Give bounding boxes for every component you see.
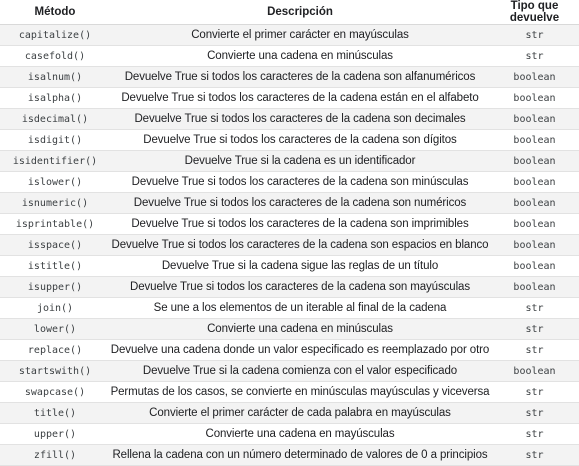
return-type-cell: boolean	[490, 129, 579, 151]
method-cell: replace()	[0, 339, 110, 361]
table-row: isdigit() Devuelve True si todos los cara…	[0, 129, 579, 151]
return-type-cell: boolean	[490, 276, 579, 298]
table-row: isidentifier() Devuelve True si la cadena…	[0, 150, 579, 172]
table-row: lower() Convierte una cadena en minúscula…	[0, 318, 579, 340]
return-type-cell: str	[490, 423, 579, 445]
method-cell: isspace()	[0, 234, 110, 256]
description-cell: Devuelve True si todos los caracteres de…	[110, 66, 490, 88]
table-row: isprintable() Devuelve True si todos los …	[0, 213, 579, 235]
table-row: casefold() Convierte una cadena en minúsc…	[0, 45, 579, 67]
return-type-cell: boolean	[490, 108, 579, 130]
return-type-cell: boolean	[490, 87, 579, 109]
method-cell: isdecimal()	[0, 108, 110, 130]
return-type-cell: boolean	[490, 171, 579, 193]
description-cell: Rellena la cadena con un número determin…	[110, 444, 490, 466]
description-cell: Devuelve una cadena donde un valor espec…	[110, 339, 490, 361]
method-cell: capitalize()	[0, 24, 110, 46]
method-cell: isidentifier()	[0, 150, 110, 172]
header-method: Método	[0, 0, 110, 25]
table-row: swapcase() Permutas de los casos, se conv…	[0, 381, 579, 403]
table-row: isupper() Devuelve True si todos los cara…	[0, 276, 579, 298]
return-type-cell: str	[490, 45, 579, 67]
method-cell: join()	[0, 297, 110, 319]
description-cell: Devuelve True si todos los caracteres de…	[110, 276, 490, 298]
description-cell: Devuelve True si todos los caracteres de…	[110, 192, 490, 214]
description-cell: Se une a los elementos de un iterable al…	[110, 297, 490, 319]
method-cell: lower()	[0, 318, 110, 340]
header-description: Descripción	[110, 0, 490, 25]
description-cell: Convierte una cadena en minúsculas	[110, 318, 490, 340]
description-cell: Convierte el primer carácter de cada pal…	[110, 402, 490, 424]
method-cell: isdigit()	[0, 129, 110, 151]
description-cell: Convierte una cadena en mayúsculas	[110, 423, 490, 445]
table-row: startswith() Devuelve True si la cadena c…	[0, 360, 579, 382]
header-return-type: Tipo que devuelve	[490, 0, 579, 25]
method-cell: istitle()	[0, 255, 110, 277]
table-row: isalnum() Devuelve True si todos los cara…	[0, 66, 579, 88]
method-cell: title()	[0, 402, 110, 424]
method-cell: islower()	[0, 171, 110, 193]
table-row: replace() Devuelve una cadena donde un va…	[0, 339, 579, 361]
table-row: isdecimal() Devuelve True si todos los ca…	[0, 108, 579, 130]
description-cell: Devuelve True si la cadena sigue las reg…	[110, 255, 490, 277]
return-type-cell: boolean	[490, 150, 579, 172]
return-type-cell: boolean	[490, 234, 579, 256]
return-type-cell: str	[490, 297, 579, 319]
method-cell: swapcase()	[0, 381, 110, 403]
table-row: upper() Convierte una cadena en mayúscula…	[0, 423, 579, 445]
return-type-cell: str	[490, 444, 579, 466]
return-type-cell: str	[490, 339, 579, 361]
description-cell: Devuelve True si todos los caracteres de…	[110, 108, 490, 130]
description-cell: Devuelve True si la cadena es un identif…	[110, 150, 490, 172]
method-cell: casefold()	[0, 45, 110, 67]
description-cell: Convierte una cadena en minúsculas	[110, 45, 490, 67]
table-row: isspace() Devuelve True si todos los cara…	[0, 234, 579, 256]
return-type-cell: boolean	[490, 192, 579, 214]
description-cell: Convierte el primer carácter en mayúscul…	[110, 24, 490, 46]
return-type-cell: boolean	[490, 255, 579, 277]
header-row: Método Descripción Tipo que devuelve	[0, 0, 579, 25]
method-cell: zfill()	[0, 444, 110, 466]
return-type-cell: boolean	[490, 360, 579, 382]
table-row: zfill() Rellena la cadena con un número d…	[0, 444, 579, 466]
method-cell: isalnum()	[0, 66, 110, 88]
description-cell: Devuelve True si todos los caracteres de…	[110, 87, 490, 109]
table-row: isnumeric() Devuelve True si todos los ca…	[0, 192, 579, 214]
return-type-cell: str	[490, 402, 579, 424]
description-cell: Devuelve True si todos los caracteres de…	[110, 234, 490, 256]
return-type-cell: boolean	[490, 66, 579, 88]
string-methods-table: Método Descripción Tipo que devuelve cap…	[0, 0, 579, 466]
return-type-cell: str	[490, 318, 579, 340]
method-cell: upper()	[0, 423, 110, 445]
table-row: isalpha() Devuelve True si todos los cara…	[0, 87, 579, 109]
method-cell: isnumeric()	[0, 192, 110, 214]
description-cell: Devuelve True si todos los caracteres de…	[110, 213, 490, 235]
return-type-cell: str	[490, 24, 579, 46]
method-cell: isprintable()	[0, 213, 110, 235]
table-row: join() Se une a los elementos de un itera…	[0, 297, 579, 319]
table-row: islower() Devuelve True si todos los cara…	[0, 171, 579, 193]
method-cell: startswith()	[0, 360, 110, 382]
method-cell: isalpha()	[0, 87, 110, 109]
method-cell: isupper()	[0, 276, 110, 298]
return-type-cell: str	[490, 381, 579, 403]
description-cell: Permutas de los casos, se convierte en m…	[110, 381, 490, 403]
description-cell: Devuelve True si la cadena comienza con …	[110, 360, 490, 382]
table-row: capitalize() Convierte el primer carácter…	[0, 24, 579, 46]
description-cell: Devuelve True si todos los caracteres de…	[110, 171, 490, 193]
return-type-cell: boolean	[490, 213, 579, 235]
table-row: istitle() Devuelve True si la cadena sigu…	[0, 255, 579, 277]
description-cell: Devuelve True si todos los caracteres de…	[110, 129, 490, 151]
table-row: title() Convierte el primer carácter de c…	[0, 402, 579, 424]
